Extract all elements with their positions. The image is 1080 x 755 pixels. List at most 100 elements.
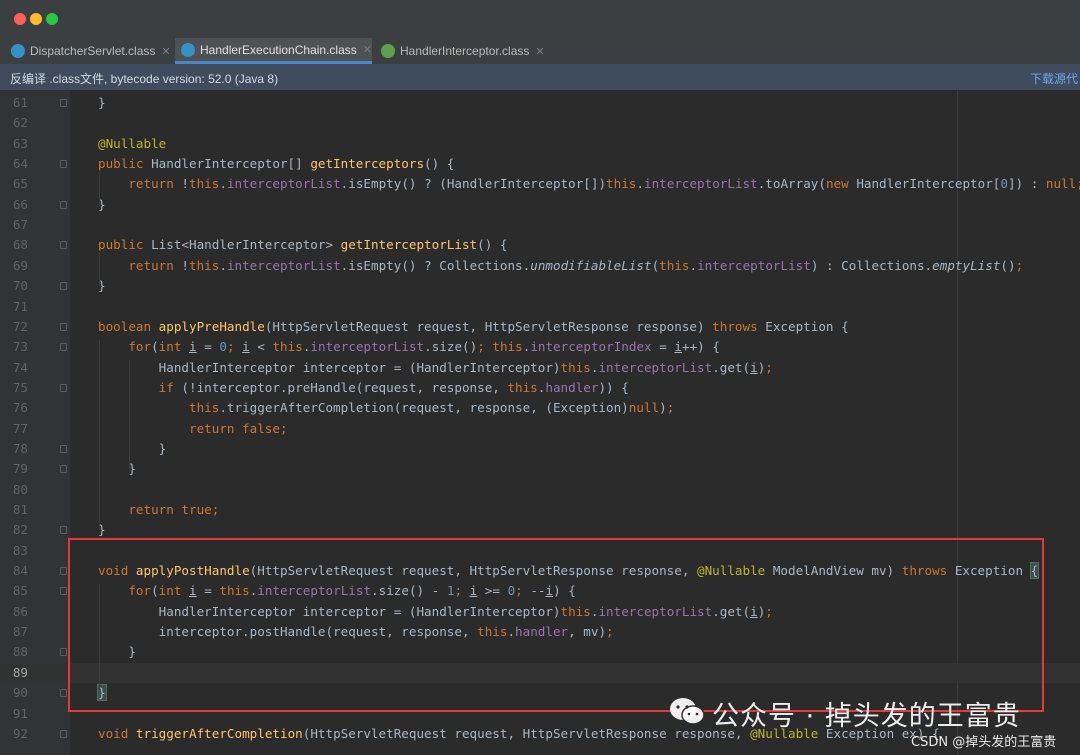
code-text: @Nullable: [98, 134, 166, 154]
code-line[interactable]: 61}: [0, 93, 1080, 113]
code-line[interactable]: 75 if (!interceptor.preHandle(request, r…: [0, 378, 1080, 398]
code-text: return !this.interceptorList.isEmpty() ?…: [98, 174, 1080, 194]
code-token: i: [674, 339, 682, 355]
code-line[interactable]: 72 boolean applyPreHandle(HttpServletRequ…: [0, 317, 1080, 337]
code-line[interactable]: 67: [0, 215, 1080, 235]
line-number: 80: [12, 481, 28, 497]
code-token: =: [651, 339, 675, 355]
code-line[interactable]: 77 return false;: [0, 419, 1080, 439]
tab-handlerexecutionchain[interactable]: HandlerExecutionChain.class ✕: [175, 38, 372, 64]
code-line[interactable]: 69 return !this.interceptorList.isEmpty(…: [0, 256, 1080, 276]
code-token: void: [98, 725, 136, 741]
indent-guide: [99, 170, 100, 206]
interface-icon: [381, 44, 395, 58]
fold-marker-icon[interactable]: [60, 587, 67, 596]
fold-marker-icon[interactable]: [60, 343, 67, 352]
code-token: null: [1045, 176, 1077, 192]
fold-marker-icon[interactable]: [60, 729, 67, 738]
code-line[interactable]: 70}: [0, 276, 1080, 296]
code-token: Exception {: [765, 318, 849, 334]
code-token: }: [98, 461, 136, 477]
line-number: 65: [12, 176, 28, 192]
tab-handlerinterceptor[interactable]: HandlerInterceptor.class ✕: [377, 38, 556, 64]
fold-marker-icon[interactable]: [60, 689, 67, 698]
fold-marker-icon[interactable]: [60, 282, 67, 291]
code-text: public List<HandlerInterceptor> getInter…: [98, 235, 507, 255]
code-line[interactable]: 76 this.triggerAfterCompletion(request, …: [0, 398, 1080, 418]
info-text: 反编译 .class文件, bytecode version: 52.0 (Ja…: [10, 72, 279, 86]
fold-marker-icon[interactable]: [60, 160, 67, 169]
code-text: return false;: [98, 419, 288, 439]
code-line[interactable]: 71: [0, 297, 1080, 317]
code-token: this: [659, 257, 690, 273]
line-number: 75: [12, 379, 28, 395]
fold-marker-icon[interactable]: [60, 241, 67, 250]
code-token: .isEmpty() ? Collections.: [340, 257, 531, 273]
code-token: interceptorList: [697, 257, 811, 273]
code-line[interactable]: 80: [0, 480, 1080, 500]
fold-marker-icon[interactable]: [60, 322, 67, 331]
close-window-button[interactable]: [14, 13, 26, 25]
line-number: 71: [12, 298, 28, 314]
fold-marker-icon[interactable]: [60, 200, 67, 209]
code-token: unmodifiableList: [530, 257, 652, 273]
code-line[interactable]: 63 @Nullable: [0, 134, 1080, 154]
minimize-window-button[interactable]: [30, 13, 42, 25]
line-number: 72: [12, 318, 28, 334]
line-number: 90: [12, 685, 28, 701]
code-line[interactable]: 66}: [0, 195, 1080, 215]
fold-marker-icon[interactable]: [60, 465, 67, 474]
code-token: handler: [545, 379, 599, 395]
fold-marker-icon[interactable]: [60, 99, 67, 107]
code-token: (HttpServletRequest request, HttpServlet…: [264, 318, 713, 334]
code-token: HandlerInterceptor interceptor = (Handle…: [98, 359, 561, 375]
code-line[interactable]: 64 public HandlerInterceptor[] getInterce…: [0, 154, 1080, 174]
code-line[interactable]: 68 public List<HandlerInterceptor> getInt…: [0, 235, 1080, 255]
code-line[interactable]: 65 return !this.interceptorList.isEmpty(…: [0, 174, 1080, 194]
fold-marker-icon[interactable]: [60, 648, 67, 657]
code-line[interactable]: 78 }: [0, 439, 1080, 459]
maximize-window-button[interactable]: [46, 13, 58, 25]
line-number: 87: [12, 624, 28, 640]
code-token: 0: [219, 339, 227, 355]
close-tab-icon[interactable]: ✕: [363, 43, 372, 56]
fold-marker-icon[interactable]: [60, 526, 67, 535]
code-token: new: [825, 176, 857, 192]
code-token: (HttpServletRequest request, HttpServlet…: [302, 725, 751, 741]
code-token: public: [98, 156, 152, 172]
code-token: interceptorList: [310, 339, 425, 355]
code-line[interactable]: 81 return true;: [0, 500, 1080, 520]
code-token: return: [98, 257, 182, 273]
close-tab-icon[interactable]: ✕: [535, 45, 544, 58]
code-token: for: [98, 339, 152, 355]
code-token: this: [98, 400, 220, 416]
line-number: 69: [12, 257, 28, 273]
code-line[interactable]: 74 HandlerInterceptor interceptor = (Han…: [0, 358, 1080, 378]
tab-dispatcherservlet[interactable]: DispatcherServlet.class ✕: [6, 38, 176, 64]
code-line[interactable]: 73 for(int i = 0; i < this.interceptorLi…: [0, 337, 1080, 357]
fold-marker-icon[interactable]: [60, 444, 67, 453]
code-token: interceptorList: [598, 359, 713, 375]
code-token: .: [219, 176, 227, 192]
line-number: 64: [12, 156, 28, 172]
indent-guide: [99, 250, 100, 286]
code-text: }: [98, 439, 167, 459]
line-number: 92: [12, 725, 28, 741]
code-token: }: [98, 95, 106, 110]
code-token: (!interceptor.preHandle(request, respons…: [181, 379, 508, 395]
fold-marker-icon[interactable]: [60, 383, 67, 392]
code-text: boolean applyPreHandle(HttpServletReques…: [98, 317, 849, 337]
code-line[interactable]: 79 }: [0, 459, 1080, 479]
code-token: return true;: [98, 502, 220, 517]
fold-marker-icon[interactable]: [60, 567, 67, 576]
download-source-link[interactable]: 下载源代: [1030, 70, 1078, 87]
code-token: )) {: [598, 379, 629, 395]
code-line[interactable]: 62: [0, 113, 1080, 133]
line-number: 63: [12, 135, 28, 151]
code-token: return false;: [98, 420, 288, 436]
close-tab-icon[interactable]: ✕: [161, 45, 170, 58]
code-token: this: [189, 176, 220, 192]
code-token: i: [750, 359, 758, 375]
class-icon: [11, 44, 25, 58]
line-number: 88: [12, 644, 28, 660]
